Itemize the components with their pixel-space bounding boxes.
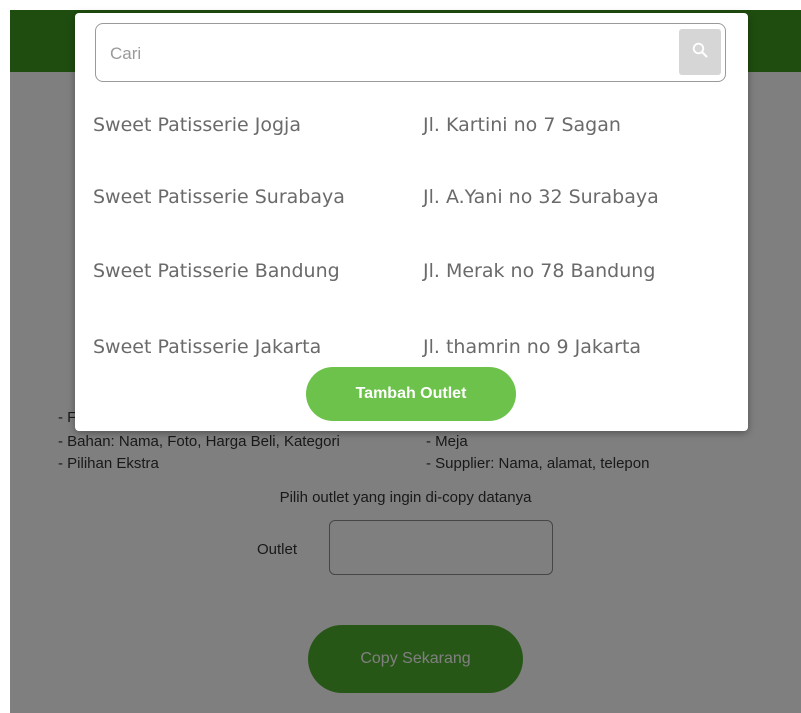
outlet-address: Jl. Kartini no 7 Sagan bbox=[423, 114, 621, 136]
outlet-list-item[interactable]: Sweet Patisserie Surabaya Jl. A.Yani no … bbox=[75, 167, 748, 227]
outlet-name: Sweet Patisserie Jakarta bbox=[93, 336, 322, 358]
search-button[interactable] bbox=[679, 29, 721, 75]
search-input[interactable] bbox=[108, 24, 672, 83]
search-bar bbox=[95, 23, 726, 83]
outlet-name: Sweet Patisserie Bandung bbox=[93, 260, 340, 282]
add-outlet-button[interactable]: Tambah Outlet bbox=[306, 367, 516, 421]
outlet-picker-modal: Sweet Patisserie Jogja Jl. Kartini no 7 … bbox=[75, 13, 748, 431]
outlet-list-item[interactable]: Sweet Patisserie Jogja Jl. Kartini no 7 … bbox=[75, 95, 748, 155]
outlet-list-item[interactable]: Sweet Patisserie Bandung Jl. Merak no 78… bbox=[75, 241, 748, 301]
outlet-address: Jl. Merak no 78 Bandung bbox=[423, 260, 656, 282]
outlet-name: Sweet Patisserie Jogja bbox=[93, 114, 301, 136]
outlet-address: Jl. A.Yani no 32 Surabaya bbox=[423, 186, 659, 208]
search-icon bbox=[692, 42, 708, 63]
outlet-name: Sweet Patisserie Surabaya bbox=[93, 186, 345, 208]
